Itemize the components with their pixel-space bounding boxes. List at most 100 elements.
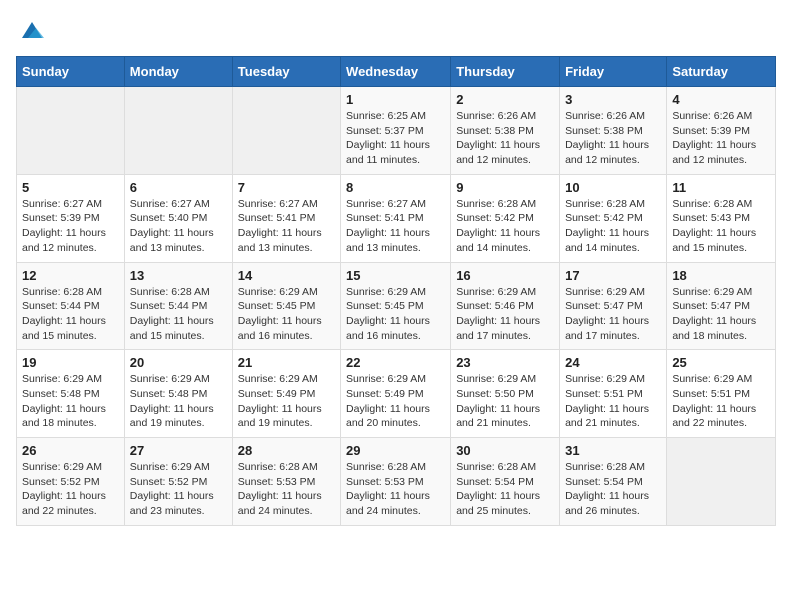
day-info: Sunrise: 6:28 AMSunset: 5:44 PMDaylight:… [22, 285, 119, 344]
day-info: Sunrise: 6:27 AMSunset: 5:41 PMDaylight:… [238, 197, 335, 256]
calendar-cell: 6Sunrise: 6:27 AMSunset: 5:40 PMDaylight… [124, 174, 232, 262]
day-number: 15 [346, 268, 445, 283]
day-number: 28 [238, 443, 335, 458]
header-wednesday: Wednesday [341, 57, 451, 87]
calendar-cell: 2 Sunrise: 6:26 AMSunset: 5:38 PMDaylight… [451, 87, 560, 175]
day-number: 13 [130, 268, 227, 283]
calendar-table: SundayMondayTuesdayWednesdayThursdayFrid… [16, 56, 776, 526]
day-info: Sunrise: 6:29 AMSunset: 5:50 PMDaylight:… [456, 372, 554, 431]
header-monday: Monday [124, 57, 232, 87]
day-number: 10 [565, 180, 661, 195]
day-number: 9 [456, 180, 554, 195]
logo-icon [18, 16, 46, 44]
calendar-cell [667, 438, 776, 526]
page-header [16, 16, 776, 44]
day-number: 12 [22, 268, 119, 283]
day-info: Sunrise: 6:29 AMSunset: 5:52 PMDaylight:… [22, 460, 119, 519]
calendar-cell [17, 87, 125, 175]
calendar-cell: 25Sunrise: 6:29 AMSunset: 5:51 PMDayligh… [667, 350, 776, 438]
day-number: 3 [565, 92, 661, 107]
calendar-cell: 12 Sunrise: 6:28 AMSunset: 5:44 PMDayligh… [17, 262, 125, 350]
day-number: 6 [130, 180, 227, 195]
calendar-cell: 26 Sunrise: 6:29 AMSunset: 5:52 PMDayligh… [17, 438, 125, 526]
day-info: Sunrise: 6:28 AMSunset: 5:54 PMDaylight:… [456, 460, 554, 519]
day-number: 7 [238, 180, 335, 195]
day-info: Sunrise: 6:27 AMSunset: 5:41 PMDaylight:… [346, 197, 445, 256]
day-info: Sunrise: 6:26 AMSunset: 5:38 PMDaylight:… [565, 109, 661, 168]
day-number: 5 [22, 180, 119, 195]
calendar-week-row: 5 Sunrise: 6:27 AMSunset: 5:39 PMDaylight… [17, 174, 776, 262]
day-number: 25 [672, 355, 770, 370]
calendar-cell [232, 87, 340, 175]
day-info: Sunrise: 6:28 AMSunset: 5:53 PMDaylight:… [238, 460, 335, 519]
day-info: Sunrise: 6:28 AMSunset: 5:53 PMDaylight:… [346, 460, 445, 519]
calendar-cell: 15 Sunrise: 6:29 AMSunset: 5:45 PMDayligh… [341, 262, 451, 350]
day-number: 20 [130, 355, 227, 370]
day-info: Sunrise: 6:25 AMSunset: 5:37 PMDaylight:… [346, 109, 445, 168]
day-info: Sunrise: 6:26 AMSunset: 5:39 PMDaylight:… [672, 109, 770, 168]
day-info: Sunrise: 6:29 AMSunset: 5:45 PMDaylight:… [346, 285, 445, 344]
day-number: 11 [672, 180, 770, 195]
day-number: 14 [238, 268, 335, 283]
calendar-cell: 11 Sunrise: 6:28 AMSunset: 5:43 PMDayligh… [667, 174, 776, 262]
day-number: 19 [22, 355, 119, 370]
day-number: 27 [130, 443, 227, 458]
calendar-cell: 4Sunrise: 6:26 AMSunset: 5:39 PMDaylight… [667, 87, 776, 175]
calendar-cell: 20 Sunrise: 6:29 AMSunset: 5:48 PMDayligh… [124, 350, 232, 438]
calendar-cell: 30 Sunrise: 6:28 AMSunset: 5:54 PMDayligh… [451, 438, 560, 526]
calendar-cell: 31 Sunrise: 6:28 AMSunset: 5:54 PMDayligh… [560, 438, 667, 526]
day-info: Sunrise: 6:29 AMSunset: 5:49 PMDaylight:… [346, 372, 445, 431]
day-info: Sunrise: 6:29 AMSunset: 5:48 PMDaylight:… [130, 372, 227, 431]
calendar-cell: 13 Sunrise: 6:28 AMSunset: 5:44 PMDayligh… [124, 262, 232, 350]
day-info: Sunrise: 6:29 AMSunset: 5:48 PMDaylight:… [22, 372, 119, 431]
header-saturday: Saturday [667, 57, 776, 87]
day-info: Sunrise: 6:29 AMSunset: 5:52 PMDaylight:… [130, 460, 227, 519]
calendar-cell: 27 Sunrise: 6:29 AMSunset: 5:52 PMDayligh… [124, 438, 232, 526]
day-number: 31 [565, 443, 661, 458]
day-number: 23 [456, 355, 554, 370]
day-number: 26 [22, 443, 119, 458]
day-number: 17 [565, 268, 661, 283]
day-info: Sunrise: 6:29 AMSunset: 5:47 PMDaylight:… [565, 285, 661, 344]
header-thursday: Thursday [451, 57, 560, 87]
day-number: 18 [672, 268, 770, 283]
calendar-week-row: 12 Sunrise: 6:28 AMSunset: 5:44 PMDayligh… [17, 262, 776, 350]
day-info: Sunrise: 6:27 AMSunset: 5:39 PMDaylight:… [22, 197, 119, 256]
day-info: Sunrise: 6:29 AMSunset: 5:46 PMDaylight:… [456, 285, 554, 344]
calendar-week-row: 26 Sunrise: 6:29 AMSunset: 5:52 PMDayligh… [17, 438, 776, 526]
calendar-cell: 22Sunrise: 6:29 AMSunset: 5:49 PMDayligh… [341, 350, 451, 438]
header-friday: Friday [560, 57, 667, 87]
day-info: Sunrise: 6:28 AMSunset: 5:54 PMDaylight:… [565, 460, 661, 519]
calendar-week-row: 19 Sunrise: 6:29 AMSunset: 5:48 PMDayligh… [17, 350, 776, 438]
day-number: 24 [565, 355, 661, 370]
calendar-header-row: SundayMondayTuesdayWednesdayThursdayFrid… [17, 57, 776, 87]
day-info: Sunrise: 6:29 AMSunset: 5:49 PMDaylight:… [238, 372, 335, 431]
calendar-cell: 29 Sunrise: 6:28 AMSunset: 5:53 PMDayligh… [341, 438, 451, 526]
day-info: Sunrise: 6:28 AMSunset: 5:42 PMDaylight:… [565, 197, 661, 256]
calendar-cell: 21 Sunrise: 6:29 AMSunset: 5:49 PMDayligh… [232, 350, 340, 438]
day-number: 16 [456, 268, 554, 283]
header-tuesday: Tuesday [232, 57, 340, 87]
day-number: 2 [456, 92, 554, 107]
calendar-cell [124, 87, 232, 175]
day-number: 21 [238, 355, 335, 370]
day-info: Sunrise: 6:28 AMSunset: 5:44 PMDaylight:… [130, 285, 227, 344]
day-info: Sunrise: 6:28 AMSunset: 5:43 PMDaylight:… [672, 197, 770, 256]
calendar-cell: 23 Sunrise: 6:29 AMSunset: 5:50 PMDayligh… [451, 350, 560, 438]
day-info: Sunrise: 6:29 AMSunset: 5:45 PMDaylight:… [238, 285, 335, 344]
calendar-cell: 9 Sunrise: 6:28 AMSunset: 5:42 PMDaylight… [451, 174, 560, 262]
day-info: Sunrise: 6:29 AMSunset: 5:51 PMDaylight:… [565, 372, 661, 431]
day-number: 1 [346, 92, 445, 107]
calendar-cell: 24 Sunrise: 6:29 AMSunset: 5:51 PMDayligh… [560, 350, 667, 438]
day-info: Sunrise: 6:28 AMSunset: 5:42 PMDaylight:… [456, 197, 554, 256]
day-number: 30 [456, 443, 554, 458]
day-info: Sunrise: 6:29 AMSunset: 5:47 PMDaylight:… [672, 285, 770, 344]
calendar-week-row: 1 Sunrise: 6:25 AMSunset: 5:37 PMDaylight… [17, 87, 776, 175]
day-number: 29 [346, 443, 445, 458]
header-sunday: Sunday [17, 57, 125, 87]
calendar-cell: 5 Sunrise: 6:27 AMSunset: 5:39 PMDaylight… [17, 174, 125, 262]
calendar-cell: 19 Sunrise: 6:29 AMSunset: 5:48 PMDayligh… [17, 350, 125, 438]
calendar-cell: 1 Sunrise: 6:25 AMSunset: 5:37 PMDaylight… [341, 87, 451, 175]
day-info: Sunrise: 6:26 AMSunset: 5:38 PMDaylight:… [456, 109, 554, 168]
calendar-cell: 18 Sunrise: 6:29 AMSunset: 5:47 PMDayligh… [667, 262, 776, 350]
